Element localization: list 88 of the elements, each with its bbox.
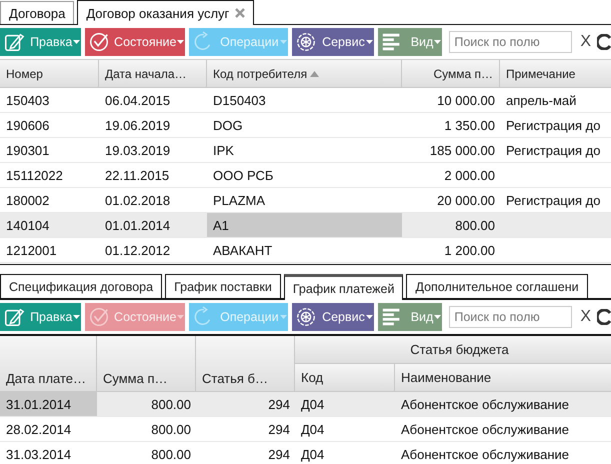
refresh-icon[interactable] bbox=[597, 34, 611, 50]
table-cell: 06.04.2015 bbox=[99, 88, 207, 113]
toolbar-button[interactable]: Сервис bbox=[292, 28, 374, 56]
table-cell: Абонентское обслуживание bbox=[395, 392, 611, 417]
refresh-icon[interactable] bbox=[597, 309, 611, 325]
tab[interactable]: Договора bbox=[0, 1, 74, 24]
caret-icon bbox=[280, 40, 287, 44]
table-cell: 294 bbox=[196, 442, 295, 464]
table-cell: IPK bbox=[207, 138, 402, 163]
column-group-header: Статья бюджета bbox=[295, 336, 611, 364]
table-cell: Регистрация до bbox=[500, 138, 611, 163]
caret-icon bbox=[366, 40, 373, 44]
tab[interactable]: Дополнительное соглашени bbox=[406, 274, 588, 298]
gear-icon bbox=[294, 306, 317, 328]
table-cell: DOG bbox=[207, 113, 402, 138]
caret-icon bbox=[177, 315, 184, 319]
table-cell: апрель-май bbox=[500, 88, 611, 113]
check-circle-icon bbox=[88, 306, 110, 328]
check-circle-icon bbox=[88, 31, 110, 53]
toolbar-button[interactable]: Правка bbox=[0, 303, 82, 331]
clear-button[interactable]: X bbox=[578, 308, 593, 326]
tab[interactable]: Договор оказания услуг bbox=[77, 0, 254, 25]
column-header[interactable]: Код потребителя bbox=[207, 60, 402, 88]
column-header[interactable]: Наименование bbox=[395, 364, 611, 392]
table-cell: 190606 bbox=[0, 113, 99, 138]
caret-icon bbox=[280, 315, 287, 319]
caret-icon bbox=[366, 315, 373, 319]
close-icon[interactable] bbox=[235, 8, 246, 18]
table-cell: 2 000.00 bbox=[402, 163, 500, 188]
toolbar-button[interactable]: Сервис bbox=[292, 303, 374, 331]
table-cell: 1 200.00 bbox=[402, 238, 500, 263]
search-field[interactable]: Поиск по полю bbox=[449, 31, 572, 53]
toolbar-button[interactable]: Состояние bbox=[85, 28, 186, 56]
table-cell: 10 000.00 bbox=[402, 88, 500, 113]
table-cell: 185 000.00 bbox=[402, 138, 500, 163]
table-cell: 1212001 bbox=[0, 238, 99, 263]
table-cell: Д04 bbox=[295, 392, 395, 417]
table-cell: АВАКАНТ bbox=[207, 238, 402, 263]
edit-icon bbox=[3, 306, 25, 328]
column-header[interactable]: Сумма п… bbox=[97, 336, 196, 392]
table-cell: Д04 bbox=[295, 417, 395, 442]
tab[interactable]: График поставки bbox=[165, 274, 281, 298]
table-cell: Д04 bbox=[295, 442, 395, 464]
table-cell: 15112022 bbox=[0, 163, 99, 188]
caret-icon bbox=[434, 315, 442, 319]
column-header[interactable]: Дата плате… bbox=[0, 336, 97, 392]
table-cell: 294 bbox=[196, 417, 295, 442]
column-header[interactable]: Номер bbox=[0, 60, 99, 88]
table-cell: A1 bbox=[207, 213, 402, 238]
table-cell: 190301 bbox=[0, 138, 99, 163]
table-cell: Регистрация до bbox=[500, 113, 611, 138]
table-cell: D150403 bbox=[207, 88, 402, 113]
table-cell: 800.00 bbox=[97, 417, 196, 442]
column-header[interactable]: Дата начала… bbox=[99, 60, 207, 88]
table-cell: 19.06.2019 bbox=[99, 113, 207, 138]
caret-icon bbox=[434, 40, 442, 44]
table-cell: 28.02.2014 bbox=[0, 417, 97, 442]
table-cell: 31.01.2014 bbox=[0, 392, 97, 417]
table-cell: Абонентское обслуживание bbox=[395, 442, 611, 464]
caret-icon bbox=[73, 40, 80, 44]
column-header[interactable]: Примечание bbox=[500, 60, 611, 88]
tab[interactable]: Спецификация договора bbox=[0, 274, 162, 298]
table-cell: 294 bbox=[196, 392, 295, 417]
table-cell: 31.03.2014 bbox=[0, 442, 97, 464]
edit-icon bbox=[3, 31, 25, 53]
table-cell: 150403 bbox=[0, 88, 99, 113]
gear-icon bbox=[294, 31, 317, 53]
table-cell: Абонентское обслуживание bbox=[395, 417, 611, 442]
sort-ascending-icon bbox=[310, 70, 320, 76]
table-cell: 19.03.2019 bbox=[99, 138, 207, 163]
table-cell: 1 350.00 bbox=[402, 113, 500, 138]
caret-icon bbox=[73, 315, 80, 319]
column-header[interactable]: Сумма п… bbox=[402, 60, 500, 88]
table-cell: 01.12.2012 bbox=[99, 238, 207, 263]
table-cell: 800.00 bbox=[97, 392, 196, 417]
clear-button[interactable]: X bbox=[578, 33, 593, 51]
column-header[interactable]: Статья б… bbox=[196, 336, 295, 392]
caret-icon bbox=[177, 40, 184, 44]
table-cell: ООО РСБ bbox=[207, 163, 402, 188]
search-field[interactable]: Поиск по полю bbox=[449, 306, 572, 328]
table-cell: 800.00 bbox=[97, 442, 196, 464]
tab[interactable]: График платежей bbox=[284, 274, 404, 300]
table-cell: 22.11.2015 bbox=[99, 163, 207, 188]
table-cell: 01.01.2014 bbox=[99, 213, 207, 238]
toolbar-button[interactable]: Правка bbox=[0, 28, 82, 56]
column-header[interactable]: Код bbox=[295, 364, 395, 392]
table-cell: 800.00 bbox=[402, 213, 500, 238]
table-cell: 140104 bbox=[0, 213, 99, 238]
